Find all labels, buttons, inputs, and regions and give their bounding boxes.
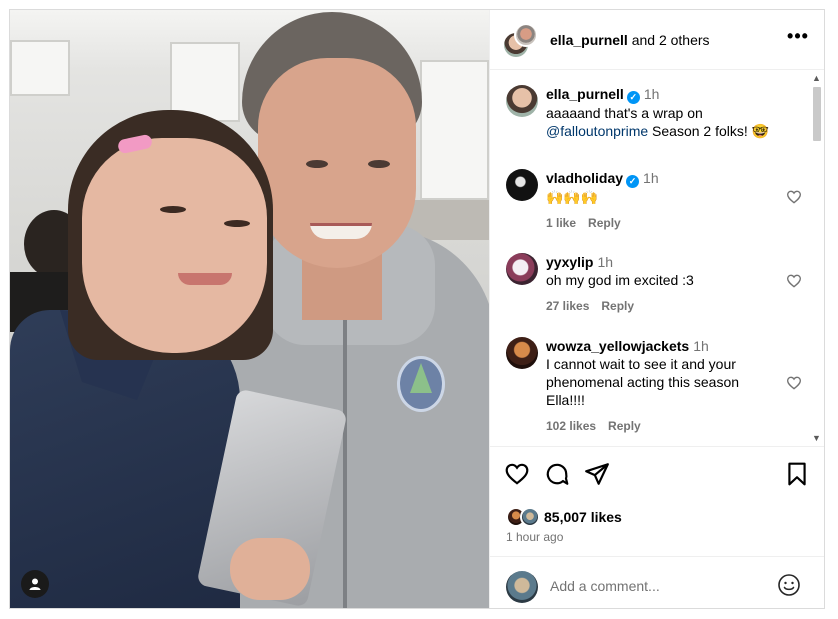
user-tag-icon	[29, 578, 41, 590]
comment-time[interactable]: 1h	[643, 170, 659, 186]
reply-button[interactable]: Reply	[608, 419, 641, 433]
man-eye	[368, 160, 390, 168]
scrollbar-thumb[interactable]	[813, 87, 821, 141]
comment-meta: 1 like Reply	[546, 214, 771, 232]
comment-username[interactable]: ella_purnell	[546, 86, 624, 102]
emoji-icon[interactable]	[777, 573, 801, 597]
comment-time[interactable]: 1h	[693, 338, 709, 354]
comment-like-icon[interactable]	[786, 273, 802, 289]
commenter-avatar[interactable]	[506, 85, 538, 117]
hoodie-logo	[397, 356, 445, 412]
woman-eye	[224, 220, 250, 227]
comments-scrollbar[interactable]: ▲ ▼	[809, 71, 824, 446]
comment-body: wowza_yellowjackets 1h I cannot wait to s…	[546, 337, 771, 435]
caption-text: Season 2 folks! 🤓	[652, 123, 770, 139]
comment-time[interactable]: 1h	[644, 86, 660, 102]
comment-text: oh my god im excited :3	[546, 272, 694, 288]
share-icon[interactable]	[584, 461, 610, 487]
post-photo[interactable]	[10, 10, 489, 608]
photo-mirror	[10, 40, 70, 96]
scroll-down-icon[interactable]: ▼	[812, 433, 821, 443]
post-actions: 85,007 likes 1 hour ago	[490, 446, 824, 608]
comment-meta: 27 likes Reply	[546, 297, 771, 315]
current-user-avatar	[506, 571, 538, 603]
comment-username[interactable]: vladholiday	[546, 170, 623, 186]
comment-meta: 102 likes Reply	[546, 417, 771, 435]
comment-like-icon[interactable]	[786, 189, 802, 205]
coauthors-link[interactable]: and 2 others	[632, 32, 710, 48]
comment-icon[interactable]	[544, 461, 570, 487]
reply-button[interactable]: Reply	[601, 299, 634, 313]
woman-eye	[160, 206, 186, 213]
comment-body: vladholiday ✓ 1h 🙌🙌🙌 1 like Reply	[546, 169, 771, 232]
author-username[interactable]: ella_purnell	[550, 32, 628, 48]
comment-likes[interactable]: 1 like	[546, 216, 576, 230]
commenter-avatar[interactable]	[506, 253, 538, 285]
post-authors: ella_purnell and 2 others	[550, 32, 710, 48]
comment-like-icon[interactable]	[786, 375, 802, 391]
photo-mirror	[420, 60, 489, 200]
comment-username[interactable]: wowza_yellowjackets	[546, 338, 689, 354]
liker-avatar[interactable]	[520, 507, 540, 527]
caption-text-line: aaaaand that's a wrap on	[546, 104, 771, 122]
bookmark-icon[interactable]	[784, 461, 810, 487]
post-modal: ella_purnell and 2 others ••• ella_purne…	[9, 9, 825, 609]
comment-composer	[490, 556, 824, 608]
verified-badge-icon: ✓	[626, 91, 640, 104]
comment-username[interactable]: yyxylip	[546, 254, 593, 270]
caption-mention-link[interactable]: @falloutonprime	[546, 123, 648, 139]
verified-badge-icon: ✓	[626, 175, 640, 188]
hoodie-zipper	[343, 310, 347, 608]
commenter-avatar[interactable]	[506, 169, 538, 201]
woman-hand	[230, 538, 310, 600]
comment-time[interactable]: 1h	[597, 254, 613, 270]
comment-likes[interactable]: 27 likes	[546, 299, 589, 313]
caption-text-line: @falloutonprime Season 2 folks! 🤓	[546, 122, 771, 140]
caption-body: ella_purnell ✓ 1h aaaaand that's a wrap on…	[546, 85, 771, 140]
man-eye	[306, 160, 328, 168]
post-header: ella_purnell and 2 others •••	[490, 10, 824, 70]
woman-smile	[178, 273, 232, 285]
comment-text: 🙌🙌🙌	[546, 189, 599, 205]
photo-ceiling	[10, 10, 489, 70]
user-tag-button[interactable]	[21, 570, 49, 598]
reply-button[interactable]: Reply	[588, 216, 621, 230]
scroll-up-icon[interactable]: ▲	[812, 73, 821, 83]
post-timestamp[interactable]: 1 hour ago	[506, 530, 563, 544]
comment-input[interactable]	[550, 575, 770, 597]
heart-icon[interactable]	[504, 461, 530, 487]
woman-face	[82, 138, 267, 353]
comment-body: yyxylip 1h oh my god im excited :3 27 lik…	[546, 253, 771, 315]
post-side-panel: ella_purnell and 2 others ••• ella_purne…	[489, 10, 824, 608]
caption-text: aaaaand that's a wrap on	[546, 105, 703, 121]
coauthor-avatar[interactable]	[514, 23, 538, 47]
comment-likes[interactable]: 102 likes	[546, 419, 596, 433]
likes-count[interactable]: 85,007 likes	[544, 509, 622, 525]
comments-list[interactable]: ella_purnell ✓ 1h aaaaand that's a wrap on…	[490, 71, 824, 446]
comment-text: I cannot wait to see it and your phenome…	[546, 356, 740, 408]
commenter-avatar[interactable]	[506, 337, 538, 369]
man-smile	[310, 223, 372, 239]
more-options-button[interactable]: •••	[784, 27, 812, 50]
